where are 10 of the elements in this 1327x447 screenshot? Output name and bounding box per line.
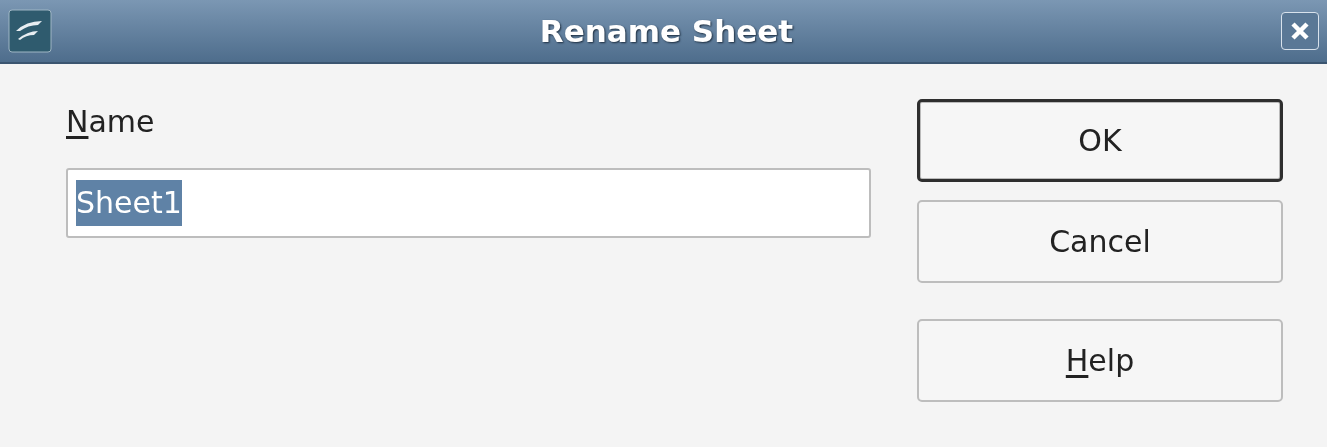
- dialog-button[interactable]: OK: [917, 99, 1283, 182]
- dialog-button[interactable]: Help: [917, 319, 1283, 402]
- name-label: Name: [66, 103, 156, 141]
- close-button[interactable]: [1281, 12, 1319, 50]
- field-value: Sheet1: [76, 180, 182, 226]
- dialog-button[interactable]: Cancel: [917, 200, 1283, 283]
- app-icon: [8, 9, 52, 53]
- close-icon: [1290, 21, 1310, 41]
- window-title: Rename Sheet: [538, 11, 795, 51]
- name-field[interactable]: Sheet1: [66, 168, 871, 238]
